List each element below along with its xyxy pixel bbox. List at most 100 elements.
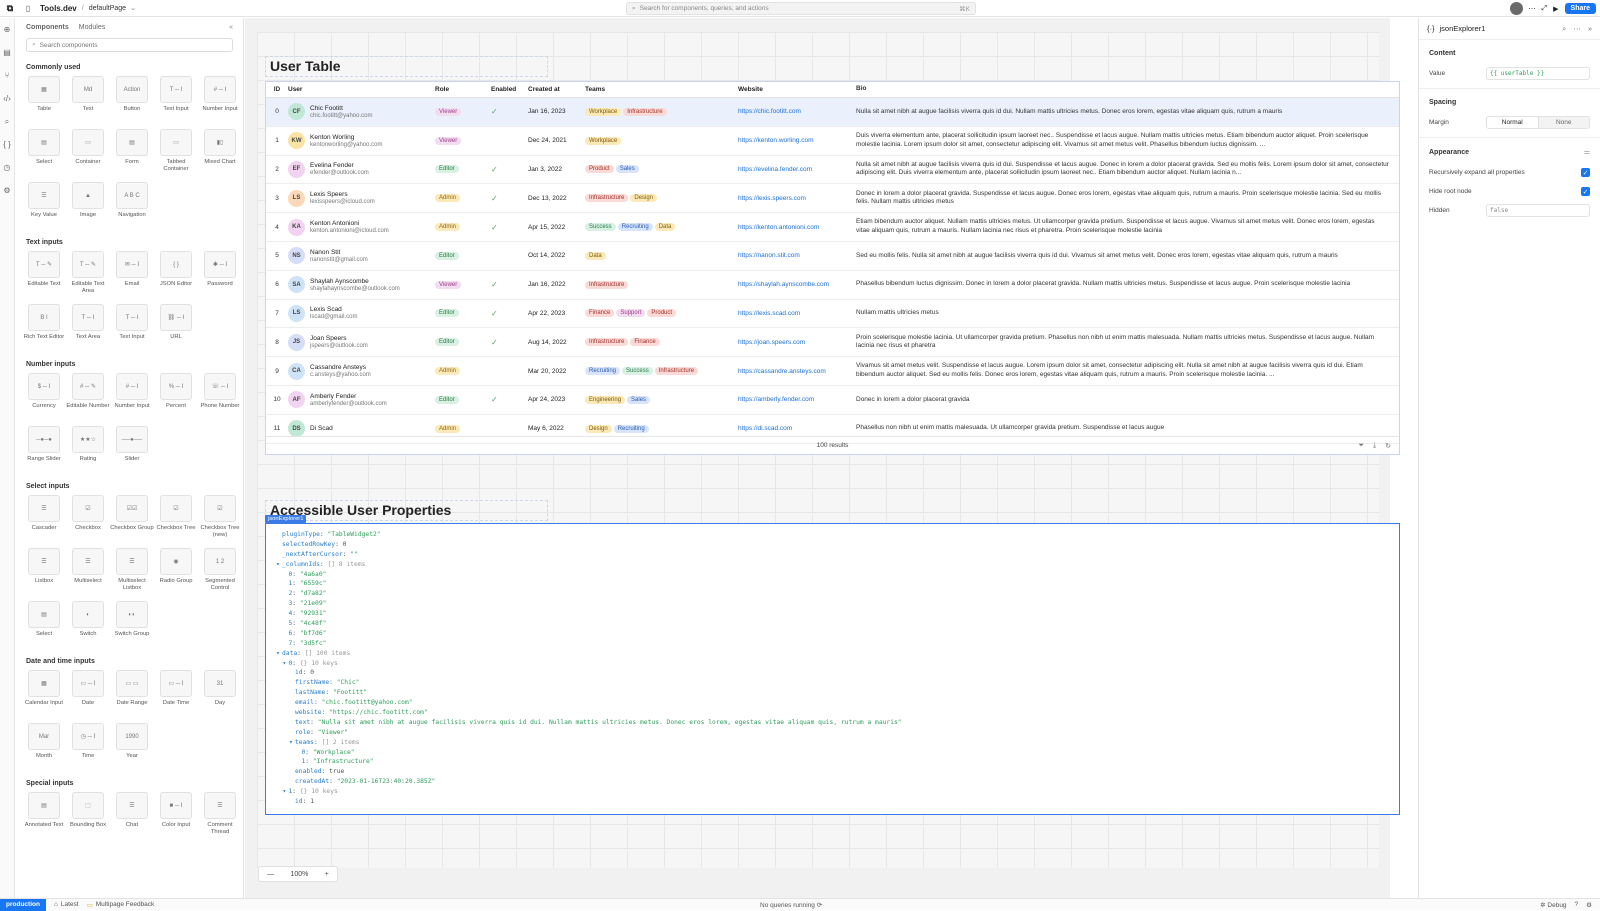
component-tile-date[interactable]: ▭ ─ I Date xyxy=(66,668,110,721)
json-line[interactable]: 0: "Workplace" xyxy=(266,748,1399,758)
json-line[interactable]: text: "Nulla sit amet nibh at augue faci… xyxy=(266,718,1399,728)
component-tile-rating[interactable]: ★★☆ Rating xyxy=(66,424,110,477)
json-line[interactable]: id: 1 xyxy=(266,797,1399,807)
component-tile-rich-text-editor[interactable]: B I Rich Text Editor xyxy=(22,302,66,355)
json-line[interactable]: 0: "4a6a0" xyxy=(266,570,1399,580)
play-icon[interactable]: ▶ xyxy=(1553,5,1558,13)
json-line[interactable]: ▾ teams: [] 2 items xyxy=(266,738,1399,748)
json-line[interactable]: enabled: true xyxy=(266,767,1399,777)
tree-icon[interactable]: ⑂ xyxy=(0,64,14,87)
hidden-field[interactable]: false xyxy=(1486,204,1590,217)
expand-properties-checkbox[interactable]: ✓ xyxy=(1581,168,1590,177)
feedback-link[interactable]: ▭ Multipage Feedback xyxy=(87,901,155,909)
global-search[interactable]: ⌕ Search for components, queries, and ac… xyxy=(626,2,976,15)
json-line[interactable]: email: "chic.footitt@yahoo.com" xyxy=(266,698,1399,708)
state-icon[interactable]: { } xyxy=(0,133,14,156)
component-tile-calendar-input[interactable]: ▦ Calendar Input xyxy=(22,668,66,721)
component-tile-json-editor[interactable]: { } JSON Editor xyxy=(154,249,198,302)
environment-badge[interactable]: production xyxy=(0,898,46,911)
json-line[interactable]: firstName: "Chic" xyxy=(266,678,1399,688)
help-icon[interactable]: ? xyxy=(1575,901,1579,909)
collapse-panel-icon[interactable]: « xyxy=(229,24,233,31)
sliders-icon[interactable]: ⚌ xyxy=(1584,148,1590,156)
filter-icon[interactable]: ⏷ xyxy=(1358,442,1364,450)
component-tile-multiselect[interactable]: ☰ Multiselect xyxy=(66,546,110,599)
component-tile-text-area[interactable]: T ─ I Text Area xyxy=(66,302,110,355)
column-header-created[interactable]: Created at xyxy=(528,86,585,93)
json-line[interactable]: 6: "bf7d6" xyxy=(266,629,1399,639)
component-tile-radio-group[interactable]: ◉ Radio Group xyxy=(154,546,198,599)
column-header-role[interactable]: Role xyxy=(435,86,491,93)
component-tile-table[interactable]: ▦ Table xyxy=(22,74,66,127)
zoom-in-button[interactable]: + xyxy=(325,871,329,878)
pages-icon[interactable]: ▤ xyxy=(0,41,14,64)
component-tile-select[interactable]: ▤ Select xyxy=(22,127,66,180)
cell-website[interactable]: https://amberly.fender.com xyxy=(738,396,856,403)
component-tile-text-input[interactable]: T ─ I Text Input xyxy=(110,302,154,355)
component-tile-number-input[interactable]: # ─ I Number Input xyxy=(198,74,242,127)
cell-website[interactable]: https://nanon.stit.com xyxy=(738,252,856,259)
component-tile-text[interactable]: Md Text xyxy=(66,74,110,127)
component-tile-button[interactable]: Action Button xyxy=(110,74,154,127)
component-search[interactable]: ⌕ xyxy=(26,38,233,52)
table-row[interactable]: 10 AF Amberly Fender amberlyfender@outlook.… xyxy=(266,386,1399,415)
tab-components[interactable]: Components xyxy=(26,24,69,31)
json-line[interactable]: 1: "Infrastructure" xyxy=(266,757,1399,767)
table-row[interactable]: 6 SA Shaylah Aynscombe shaylahaynscombe@out… xyxy=(266,271,1399,300)
component-tile-url[interactable]: ⛓ ─ I URL xyxy=(154,302,198,355)
code-icon[interactable]: ‹/› xyxy=(0,87,14,110)
json-line[interactable]: ▾ 0: {} 10 keys xyxy=(266,659,1399,669)
component-search-input[interactable] xyxy=(39,41,210,49)
component-tile-listbox[interactable]: ☰ Listbox xyxy=(22,546,66,599)
history-icon[interactable]: ◷ xyxy=(0,156,14,179)
column-header-user[interactable]: User xyxy=(288,86,435,93)
component-tile-password[interactable]: ✱ ─ I Password xyxy=(198,249,242,302)
user-table[interactable]: ID User Role Enabled Created at Teams We… xyxy=(265,81,1400,455)
margin-normal-option[interactable]: Normal xyxy=(1487,117,1539,128)
table-row[interactable]: 4 KA Kenton Antonioni kenton.antonioni@iclo… xyxy=(266,213,1399,242)
component-tile-checkbox[interactable]: ☑ Checkbox xyxy=(66,493,110,546)
cell-website[interactable]: https://evelina.fender.com xyxy=(738,166,856,173)
component-tile-date-time[interactable]: ▭ ─ I Date Time xyxy=(154,668,198,721)
selected-component-badge[interactable]: jsonExplorer1 xyxy=(265,515,307,523)
component-tile-image[interactable]: ▲ Image xyxy=(66,180,110,233)
component-tile-segmented-control[interactable]: 1 2 Segmented Control xyxy=(198,546,242,599)
table-row[interactable]: 2 EF Evelina Fender efender@outlook.com Edit… xyxy=(266,156,1399,185)
json-line[interactable]: ▾ 1: {} 10 keys xyxy=(266,787,1399,797)
component-tile-checkbox-group[interactable]: ☑☑ Checkbox Group xyxy=(110,493,154,546)
cell-website[interactable]: https://kenton.worling.com xyxy=(738,137,856,144)
table-row[interactable]: 3 LS Lexis Speers lexisspeers@icloud.com Adm… xyxy=(266,184,1399,214)
cell-website[interactable]: https://lexis.speers.com xyxy=(738,195,856,202)
component-tile-navigation[interactable]: A B C Navigation xyxy=(110,180,154,233)
app-name[interactable]: Tools.dev xyxy=(40,4,77,13)
search-rail-icon[interactable]: ⌕ xyxy=(0,110,14,133)
table-row[interactable]: 0 CF Chic Footitt chic.footitt@yahoo.com Vie… xyxy=(266,98,1399,127)
json-line[interactable]: id: 0 xyxy=(266,668,1399,678)
cell-website[interactable]: https://joan.speers.com xyxy=(738,339,856,346)
component-tile-multiselect-listbox[interactable]: ☰ Multiselect Listbox xyxy=(110,546,154,599)
component-tile-date-range[interactable]: ▭ ▭ Date Range xyxy=(110,668,154,721)
component-tile-email[interactable]: ✉ ─ I Email xyxy=(110,249,154,302)
component-tile-tabbed-container[interactable]: ▭ Tabbed Container xyxy=(154,127,198,180)
component-tile-container[interactable]: ▭ Container xyxy=(66,127,110,180)
component-tile-day[interactable]: 31 Day xyxy=(198,668,242,721)
json-line[interactable]: createdAt: "2023-01-16T23:40:20.385Z" xyxy=(266,777,1399,787)
chevron-down-icon[interactable]: ⌄ xyxy=(130,4,136,12)
component-tile-slider[interactable]: ──●── Slider xyxy=(110,424,154,477)
component-tile-select[interactable]: ▤ Select xyxy=(22,599,66,652)
json-line[interactable]: 7: "3d5fc" xyxy=(266,639,1399,649)
column-header-bio[interactable]: Bio xyxy=(856,85,1396,94)
more-icon[interactable]: ⋯ xyxy=(1573,24,1581,34)
value-field[interactable]: {{ userTable }} xyxy=(1486,67,1590,80)
json-line[interactable]: lastName: "Footitt" xyxy=(266,688,1399,698)
expand-icon[interactable]: ⤢ xyxy=(1542,5,1548,13)
download-icon[interactable]: ⤓ xyxy=(1373,442,1376,450)
json-line[interactable]: selectedRowKey: 0 xyxy=(266,540,1399,550)
user-avatar[interactable] xyxy=(1509,2,1523,15)
component-tile-form[interactable]: ▤ Form xyxy=(110,127,154,180)
column-header-id[interactable]: ID xyxy=(266,86,288,93)
table-row[interactable]: 8 JS Joan Speers jspeers@outlook.com Editor ✓… xyxy=(266,328,1399,358)
component-tile-mixed-chart[interactable]: ▮▯ Mixed Chart xyxy=(198,127,242,180)
component-tile-text-input[interactable]: T ─ I Text Input xyxy=(154,74,198,127)
hide-root-checkbox[interactable]: ✓ xyxy=(1581,187,1590,196)
